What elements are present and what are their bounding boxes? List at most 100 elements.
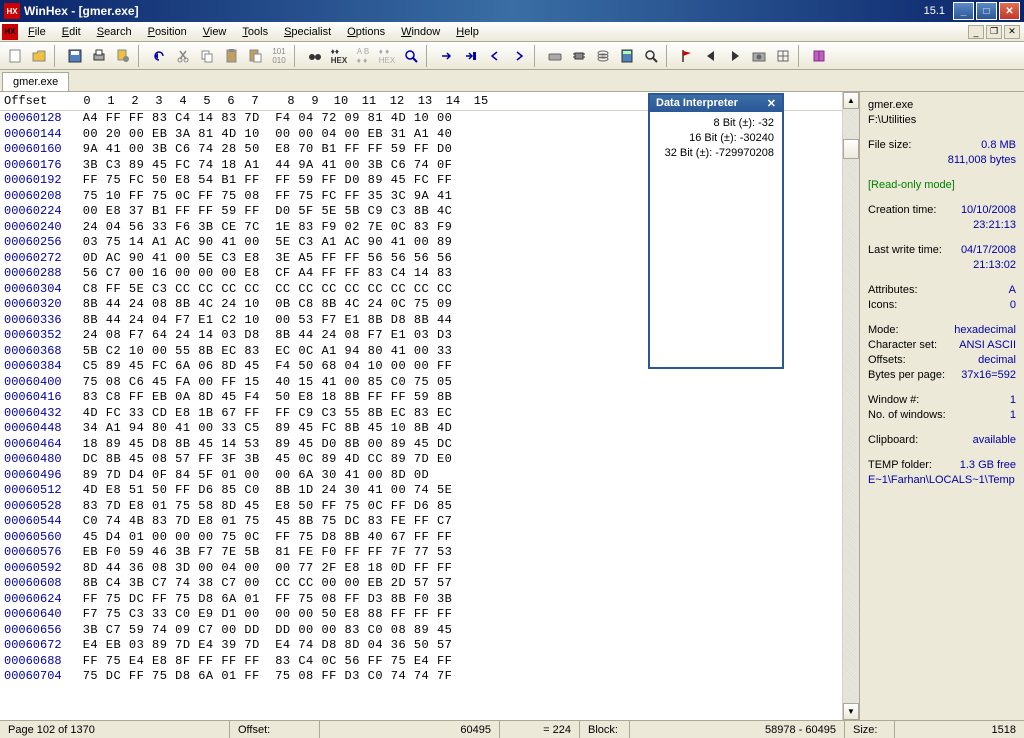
hex-bytes[interactable]: FF 75 DC FF 75 D8 6A 01 FF 75 08 FF D3 8… xyxy=(75,592,452,608)
calculator-button[interactable] xyxy=(616,45,638,67)
hex-bytes[interactable]: 75 08 C6 45 FA 00 FF 15 40 15 41 00 85 C… xyxy=(75,375,452,391)
hex-bytes[interactable]: 34 A1 94 80 41 00 33 C5 89 45 FC 8B 45 1… xyxy=(75,421,452,437)
hex-row[interactable]: 00060608 8B C4 3B C7 74 38 C7 00 CC CC 0… xyxy=(0,576,842,592)
hex-row[interactable]: 00060688 FF 75 E4 E8 8F FF FF FF 83 C4 0… xyxy=(0,654,842,670)
interpreter-close-button[interactable]: ✕ xyxy=(767,97,776,110)
find-hex-alt-button[interactable]: ♦ ♦HEX xyxy=(376,45,398,67)
paste-button[interactable] xyxy=(244,45,266,67)
clipboard-button[interactable] xyxy=(220,45,242,67)
hex-bytes[interactable]: 0D AC 90 41 00 5E C3 E8 3E A5 FF FF 56 5… xyxy=(75,251,452,267)
hex-bytes[interactable]: 8B 44 24 08 8B 4C 24 10 0B C8 8B 4C 24 0… xyxy=(75,297,452,313)
hex-row[interactable]: 00060560 45 D4 01 00 00 00 75 0C FF 75 D… xyxy=(0,530,842,546)
find-hex-button[interactable]: ♦♦HEX xyxy=(328,45,350,67)
menu-help[interactable]: Help xyxy=(448,24,487,40)
hex-bytes[interactable]: 89 7D D4 0F 84 5F 01 00 00 6A 30 41 00 8… xyxy=(75,468,429,484)
cut-button[interactable] xyxy=(172,45,194,67)
hex-bytes[interactable]: C8 FF 5E C3 CC CC CC CC CC CC CC CC CC C… xyxy=(75,282,452,298)
hex-bytes[interactable]: 83 C8 FF EB 0A 8D 45 F4 50 E8 18 8B FF F… xyxy=(75,390,452,406)
copy-button[interactable] xyxy=(196,45,218,67)
menu-position[interactable]: Position xyxy=(140,24,195,40)
undo-button[interactable] xyxy=(148,45,170,67)
hex-row[interactable]: 00060576 EB F0 59 46 3B F7 7E 5B 81 FE F… xyxy=(0,545,842,561)
maximize-button[interactable]: □ xyxy=(976,2,997,20)
hex-bytes[interactable]: 8B 44 24 04 F7 E1 C2 10 00 53 F7 E1 8B D… xyxy=(75,313,452,329)
open-disk-button[interactable] xyxy=(544,45,566,67)
template-button[interactable] xyxy=(772,45,794,67)
hex-bytes[interactable]: FF 75 FC 50 E8 54 B1 FF FF 59 FF D0 89 4… xyxy=(75,173,452,189)
menu-tools[interactable]: Tools xyxy=(234,24,276,40)
hex-row[interactable]: 00060640 F7 75 C3 33 C0 E9 D1 00 00 00 5… xyxy=(0,607,842,623)
hex-row[interactable]: 00060544 C0 74 4B 83 7D E8 01 75 45 8B 7… xyxy=(0,514,842,530)
hex-row[interactable]: 00060624 FF 75 DC FF 75 D8 6A 01 FF 75 0… xyxy=(0,592,842,608)
hex-row[interactable]: 00060432 4D FC 33 CD E8 1B 67 FF FF C9 C… xyxy=(0,406,842,422)
goto-marker-button[interactable] xyxy=(460,45,482,67)
menu-view[interactable]: View xyxy=(195,24,235,40)
position-manager-button[interactable] xyxy=(676,45,698,67)
hex-bytes[interactable]: FF 75 E4 E8 8F FF FF FF 83 C4 0C 56 FF 7… xyxy=(75,654,452,670)
hex-bytes[interactable]: 00 E8 37 B1 FF FF 59 FF D0 5F 5E 5B C9 C… xyxy=(75,204,452,220)
hex-bytes[interactable]: 03 75 14 A1 AC 90 41 00 5E C3 A1 AC 90 4… xyxy=(75,235,452,251)
hex-row[interactable]: 00060448 34 A1 94 80 41 00 33 C5 89 45 F… xyxy=(0,421,842,437)
hex-row[interactable]: 00060480 DC 8B 45 08 57 FF 3F 3B 45 0C 8… xyxy=(0,452,842,468)
hex-row[interactable]: 00060416 83 C8 FF EB 0A 8D 45 F4 50 E8 1… xyxy=(0,390,842,406)
help-button[interactable] xyxy=(808,45,830,67)
print-button[interactable] xyxy=(88,45,110,67)
open-file-button[interactable] xyxy=(28,45,50,67)
hex-bytes[interactable]: F7 75 C3 33 C0 E9 D1 00 00 00 50 E8 88 F… xyxy=(75,607,452,623)
hex-bytes[interactable]: 24 04 56 33 F6 3B CE 7C 1E 83 F9 02 7E 0… xyxy=(75,220,452,236)
menu-specialist[interactable]: Specialist xyxy=(276,24,339,40)
menu-file[interactable]: File xyxy=(20,24,54,40)
save-button[interactable] xyxy=(64,45,86,67)
find-button[interactable] xyxy=(304,45,326,67)
hex-bytes[interactable]: 45 D4 01 00 00 00 75 0C FF 75 D8 8B 40 6… xyxy=(75,530,452,546)
hex-row[interactable]: 00060672 E4 EB 03 89 7D E4 39 7D E4 74 D… xyxy=(0,638,842,654)
menu-edit[interactable]: Edit xyxy=(54,24,89,40)
hex-bytes[interactable]: DC 8B 45 08 57 FF 3F 3B 45 0C 89 4D CC 8… xyxy=(75,452,452,468)
back-button[interactable] xyxy=(484,45,506,67)
hex-bytes[interactable]: 75 DC FF 75 D8 6A 01 FF 75 08 FF D3 C0 7… xyxy=(75,669,452,685)
scroll-track[interactable] xyxy=(843,109,859,703)
new-file-button[interactable] xyxy=(4,45,26,67)
hex-row[interactable]: 00060528 83 7D E8 01 75 58 8D 45 E8 50 F… xyxy=(0,499,842,515)
hex-bytes[interactable]: A4 FF FF 83 C4 14 83 7D F4 04 72 09 81 4… xyxy=(75,111,452,127)
menu-search[interactable]: Search xyxy=(89,24,140,40)
hex-bytes[interactable]: 00 20 00 EB 3A 81 4D 10 00 00 04 00 EB 3… xyxy=(75,127,452,143)
next-button[interactable] xyxy=(724,45,746,67)
scroll-up-button[interactable]: ▲ xyxy=(843,92,859,109)
scroll-down-button[interactable]: ▼ xyxy=(843,703,859,720)
hex-bytes[interactable]: 8B C4 3B C7 74 38 C7 00 CC CC 00 00 EB 2… xyxy=(75,576,452,592)
hex-bytes[interactable]: 5B C2 10 00 55 8B EC 83 EC 0C A1 94 80 4… xyxy=(75,344,452,360)
menu-options[interactable]: Options xyxy=(339,24,393,40)
hex-bytes[interactable]: 8D 44 36 08 3D 00 04 00 00 77 2F E8 18 0… xyxy=(75,561,452,577)
mdi-restore-button[interactable]: ❐ xyxy=(986,25,1002,39)
hex-bytes[interactable]: EB F0 59 46 3B F7 7E 5B 81 FE F0 FF FF 7… xyxy=(75,545,452,561)
hex-bytes[interactable]: 4D FC 33 CD E8 1B 67 FF FF C9 C3 55 8B E… xyxy=(75,406,452,422)
goto-button[interactable] xyxy=(436,45,458,67)
hex-bytes[interactable]: 3B C3 89 45 FC 74 18 A1 44 9A 41 00 3B C… xyxy=(75,158,452,174)
close-button[interactable]: ✕ xyxy=(999,2,1020,20)
hex-bytes[interactable]: E4 EB 03 89 7D E4 39 7D E4 74 D8 8D 04 3… xyxy=(75,638,452,654)
hex-row[interactable]: 00060704 75 DC FF 75 D8 6A 01 FF 75 08 F… xyxy=(0,669,842,685)
open-chip-button[interactable] xyxy=(568,45,590,67)
vertical-scrollbar[interactable]: ▲ ▼ xyxy=(842,92,859,720)
minimize-button[interactable]: _ xyxy=(953,2,974,20)
hex-bytes[interactable]: 24 08 F7 64 24 14 03 D8 8B 44 24 08 F7 E… xyxy=(75,328,452,344)
data-interpreter-panel[interactable]: Data Interpreter ✕ 8 Bit (±): -32 16 Bit… xyxy=(648,93,784,369)
hex-bytes[interactable]: C5 89 45 FC 6A 06 8D 45 F4 50 68 04 10 0… xyxy=(75,359,452,375)
forward-button[interactable] xyxy=(508,45,530,67)
mdi-minimize-button[interactable]: _ xyxy=(968,25,984,39)
hex-row[interactable]: 00060496 89 7D D4 0F 84 5F 01 00 00 6A 3… xyxy=(0,468,842,484)
scroll-thumb[interactable] xyxy=(843,139,859,159)
find-again-button[interactable] xyxy=(400,45,422,67)
ascii-hex-button[interactable]: 101010 xyxy=(268,45,290,67)
hex-row[interactable]: 00060464 18 89 45 D8 8B 45 14 53 89 45 D… xyxy=(0,437,842,453)
properties-button[interactable] xyxy=(112,45,134,67)
hex-row[interactable]: 00060400 75 08 C6 45 FA 00 FF 15 40 15 4… xyxy=(0,375,842,391)
hex-bytes[interactable]: 3B C7 59 74 09 C7 00 DD DD 00 00 83 C0 0… xyxy=(75,623,452,639)
hex-row[interactable]: 00060592 8D 44 36 08 3D 00 04 00 00 77 2… xyxy=(0,561,842,577)
snapshot-button[interactable] xyxy=(748,45,770,67)
hex-bytes[interactable]: C0 74 4B 83 7D E8 01 75 45 8B 75 DC 83 F… xyxy=(75,514,452,530)
prev-button[interactable] xyxy=(700,45,722,67)
hex-bytes[interactable]: 75 10 FF 75 0C FF 75 08 FF 75 FC FF 35 3… xyxy=(75,189,452,205)
find-text-ab-button[interactable]: A B♦ ♦ xyxy=(352,45,374,67)
